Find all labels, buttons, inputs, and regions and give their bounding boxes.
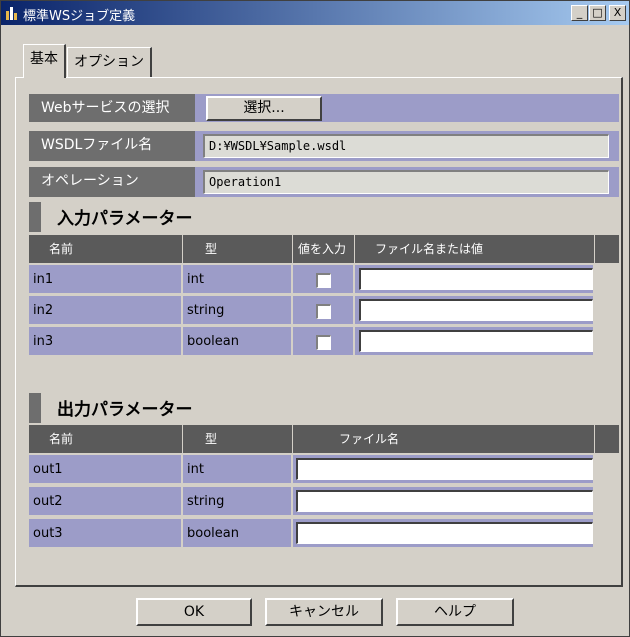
select-button[interactable]: 選択... — [206, 96, 322, 121]
operation-label: オペレーション — [29, 167, 195, 197]
input-params-title: 入力パラメーター — [57, 209, 193, 229]
input-params-section: 入力パラメーター — [29, 202, 329, 232]
enter-value-checkbox[interactable] — [316, 273, 331, 288]
col-name: 名前 — [29, 235, 183, 263]
param-name: in1 — [29, 265, 183, 295]
col-file-or-value: ファイル名または値 — [355, 235, 595, 263]
close-button[interactable]: X — [609, 5, 626, 21]
ok-button[interactable]: OK — [136, 598, 252, 626]
window-title: 標準WSジョブ定義 — [23, 9, 136, 24]
wsdl-label: WSDLファイル名 — [29, 131, 195, 161]
cancel-button[interactable]: キャンセル — [265, 598, 383, 626]
param-type: boolean — [183, 327, 293, 357]
param-name: in2 — [29, 296, 183, 326]
app-icon — [5, 5, 19, 21]
file-name-input[interactable] — [296, 490, 593, 512]
help-button[interactable]: ヘルプ — [396, 598, 514, 626]
param-type: int — [183, 455, 293, 485]
file-name-input[interactable] — [296, 458, 593, 480]
col-type: 型 — [183, 235, 293, 263]
input-params-header: 名前 型 値を入力 ファイル名または値 — [29, 235, 619, 263]
section-marker — [29, 202, 41, 232]
param-name: out3 — [29, 519, 183, 549]
web-service-label: Webサービスの選択 — [29, 94, 195, 122]
operation-field[interactable]: Operation1 — [203, 170, 609, 194]
param-type: int — [183, 265, 293, 295]
value-input[interactable] — [359, 268, 593, 290]
value-input[interactable] — [359, 330, 593, 352]
param-name: out1 — [29, 455, 183, 485]
col-type: 型 — [183, 425, 293, 453]
file-name-input[interactable] — [296, 522, 593, 544]
tab-options[interactable]: オプション — [67, 47, 152, 77]
minimize-button[interactable]: _ — [571, 5, 588, 21]
param-name: out2 — [29, 487, 183, 517]
tab-basic[interactable]: 基本 — [23, 44, 66, 78]
section-marker — [29, 393, 41, 423]
col-file-name: ファイル名 — [293, 425, 595, 453]
col-enter-value: 値を入力 — [293, 235, 355, 263]
output-params-header: 名前 型 ファイル名 — [29, 425, 619, 453]
wsdl-field[interactable]: D:¥WSDL¥Sample.wsdl — [203, 134, 609, 158]
param-type: boolean — [183, 519, 293, 549]
param-type: string — [183, 487, 293, 517]
output-params-title: 出力パラメーター — [57, 400, 193, 420]
output-params-section: 出力パラメーター — [29, 393, 329, 423]
job-definition-dialog: 標準WSジョブ定義 _ □ X 基本 オプション Webサービスの選択 選択..… — [0, 0, 630, 637]
title-bar: 標準WSジョブ定義 _ □ X — [1, 1, 629, 25]
col-name: 名前 — [29, 425, 183, 453]
enter-value-checkbox[interactable] — [316, 304, 331, 319]
param-name: in3 — [29, 327, 183, 357]
maximize-button[interactable]: □ — [589, 5, 606, 21]
enter-value-checkbox[interactable] — [316, 335, 331, 350]
value-input[interactable] — [359, 299, 593, 321]
param-type: string — [183, 296, 293, 326]
